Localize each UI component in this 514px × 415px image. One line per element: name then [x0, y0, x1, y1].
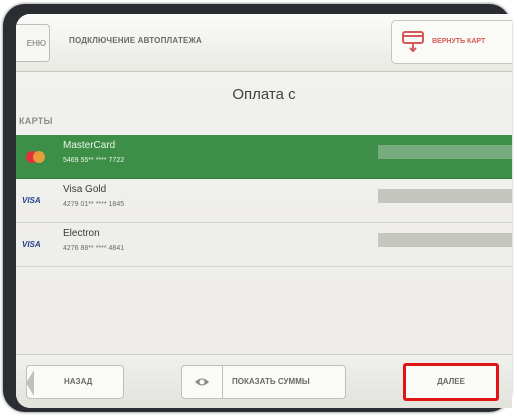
top-bar: ЕНЮ ПОДКЛЮЧЕНИЕ АВТОПЛАТЕЖА ВЕРНУТЬ КАРТ — [16, 14, 512, 72]
cards-section-label: КАРТЫ — [19, 116, 53, 126]
next-button[interactable]: ДАЛЕЕ — [403, 363, 499, 401]
show-sums-button[interactable]: ПОКАЗАТЬ СУММЫ — [181, 365, 346, 399]
visa-logo-icon: VISA — [22, 196, 41, 205]
card-name: MasterCard — [63, 140, 116, 151]
card-number: 4279 01** **** 1845 — [63, 201, 125, 208]
card-row-visa-gold[interactable]: VISA Visa Gold 4279 01** **** 1845 — [16, 179, 512, 223]
mastercard-logo-icon — [24, 150, 48, 164]
page-title: ПОДКЛЮЧЕНИЕ АВТОПЛАТЕЖА — [69, 36, 202, 45]
menu-button[interactable]: ЕНЮ — [16, 24, 50, 62]
back-button[interactable]: НАЗАД — [26, 365, 124, 399]
card-row-mastercard[interactable]: MasterCard 5469 55** **** 7722 — [16, 135, 512, 179]
card-name: Electron — [63, 228, 100, 239]
card-number: 4276 88** **** 4841 — [63, 245, 125, 252]
card-number: 5469 55** **** 7722 — [63, 157, 125, 164]
return-card-label: ВЕРНУТЬ КАРТ — [432, 38, 486, 45]
card-name: Visa Gold — [63, 184, 107, 195]
eye-icon — [195, 378, 209, 386]
next-label: ДАЛЕЕ — [437, 377, 465, 386]
atm-screen: ЕНЮ ПОДКЛЮЧЕНИЕ АВТОПЛАТЕЖА ВЕРНУТЬ КАРТ… — [16, 14, 512, 408]
back-label: НАЗАД — [64, 377, 93, 386]
card-eject-icon — [402, 31, 424, 53]
visa-logo-icon: VISA — [22, 240, 41, 249]
card-row-electron[interactable]: VISA Electron 4276 88** **** 4841 — [16, 223, 512, 267]
masked-balance — [378, 189, 512, 203]
page-heading: Оплата с — [232, 86, 296, 103]
show-sums-label: ПОКАЗАТЬ СУММЫ — [232, 377, 310, 386]
masked-balance — [378, 145, 512, 159]
return-card-button[interactable]: ВЕРНУТЬ КАРТ — [391, 20, 512, 64]
arrow-left-icon — [26, 370, 34, 396]
eye-cell — [182, 366, 223, 398]
masked-balance — [378, 233, 512, 247]
bottom-bar: НАЗАД ПОКАЗАТЬ СУММЫ ДАЛЕЕ — [16, 354, 512, 408]
